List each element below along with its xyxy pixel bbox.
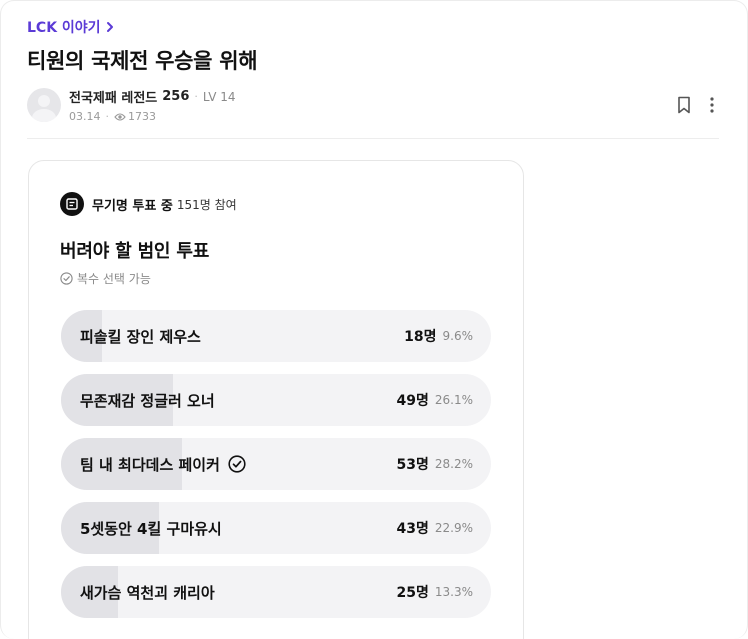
post-page: LCK 이야기 티원의 국제전 우승을 위해 전국제패 레전드 256 · LV… [0, 0, 748, 639]
poll-option-label: 무존재감 정글러 오너 [80, 391, 215, 410]
poll-option-label: 새가슴 역천괴 캐리아 [80, 583, 215, 602]
separator-dot: · [194, 90, 198, 103]
poll-option-count: 18명 [404, 329, 437, 345]
chevron-right-icon [103, 20, 117, 34]
poll-option-percent: 13.3% [434, 585, 473, 599]
post-actions [675, 95, 721, 115]
multi-select-label: 복수 선택 가능 [77, 272, 151, 286]
check-circle-icon [60, 272, 73, 285]
header-divider [27, 138, 719, 139]
poll-option-count: 49명 [396, 393, 429, 409]
poll-option-percent: 9.6% [442, 329, 474, 343]
author-level: LV 14 [202, 89, 236, 104]
poll-option-percent: 22.9% [434, 521, 473, 535]
check-circle-icon [228, 455, 246, 473]
poll-header: 무기명 투표 중 151명 참여 [60, 192, 237, 216]
poll-option[interactable]: 5셋동안 4킬 구마유시 43명 22.9% [61, 502, 491, 554]
poll-icon [60, 192, 84, 216]
author-info: 전국제패 레전드 256 · LV 14 03.14 · 1733 [27, 87, 236, 123]
breadcrumb[interactable]: LCK 이야기 [27, 17, 117, 37]
poll-option[interactable]: 새가슴 역천괴 캐리아 25명 13.3% [61, 566, 491, 618]
poll-option-percent: 26.1% [434, 393, 473, 407]
multi-select-note: 복수 선택 가능 [60, 270, 151, 287]
poll-option-count: 43명 [396, 521, 429, 537]
post-date: 03.14 [69, 110, 101, 123]
view-count: 1733 [128, 110, 156, 123]
author-points: 256 [162, 89, 190, 104]
poll-option-count: 53명 [396, 457, 429, 473]
poll-option-label: 피솔킬 장인 제우스 [80, 327, 201, 346]
poll-option[interactable]: 피솔킬 장인 제우스 18명 9.6% [61, 310, 491, 362]
poll-option-count: 25명 [396, 585, 429, 601]
poll-participants: 151명 참여 [176, 197, 237, 212]
more-vertical-icon[interactable] [703, 95, 721, 115]
author-nickname[interactable]: 전국제패 레전드 [69, 87, 157, 106]
poll-card: 무기명 투표 중 151명 참여 버려야 할 범인 투표 복수 선택 가능 피솔… [28, 160, 524, 639]
eye-icon [114, 112, 126, 122]
breadcrumb-label: LCK 이야기 [27, 20, 101, 36]
poll-option-label: 팀 내 최다데스 페이커 [80, 455, 220, 474]
poll-option-label: 5셋동안 4킬 구마유시 [80, 519, 222, 538]
poll-option[interactable]: 팀 내 최다데스 페이커 53명 28.2% [61, 438, 491, 490]
author-meta: 전국제패 레전드 256 · LV 14 03.14 · 1733 [69, 87, 236, 123]
poll-question: 버려야 할 범인 투표 [60, 241, 210, 262]
post-title: 티원의 국제전 우승을 위해 [27, 49, 258, 73]
poll-option-percent: 28.2% [434, 457, 473, 471]
bookmark-icon[interactable] [675, 95, 693, 115]
poll-option[interactable]: 무존재감 정글러 오너 49명 26.1% [61, 374, 491, 426]
avatar[interactable] [27, 88, 61, 122]
separator-dot: · [105, 110, 110, 123]
poll-status: 무기명 투표 중 [92, 198, 173, 214]
